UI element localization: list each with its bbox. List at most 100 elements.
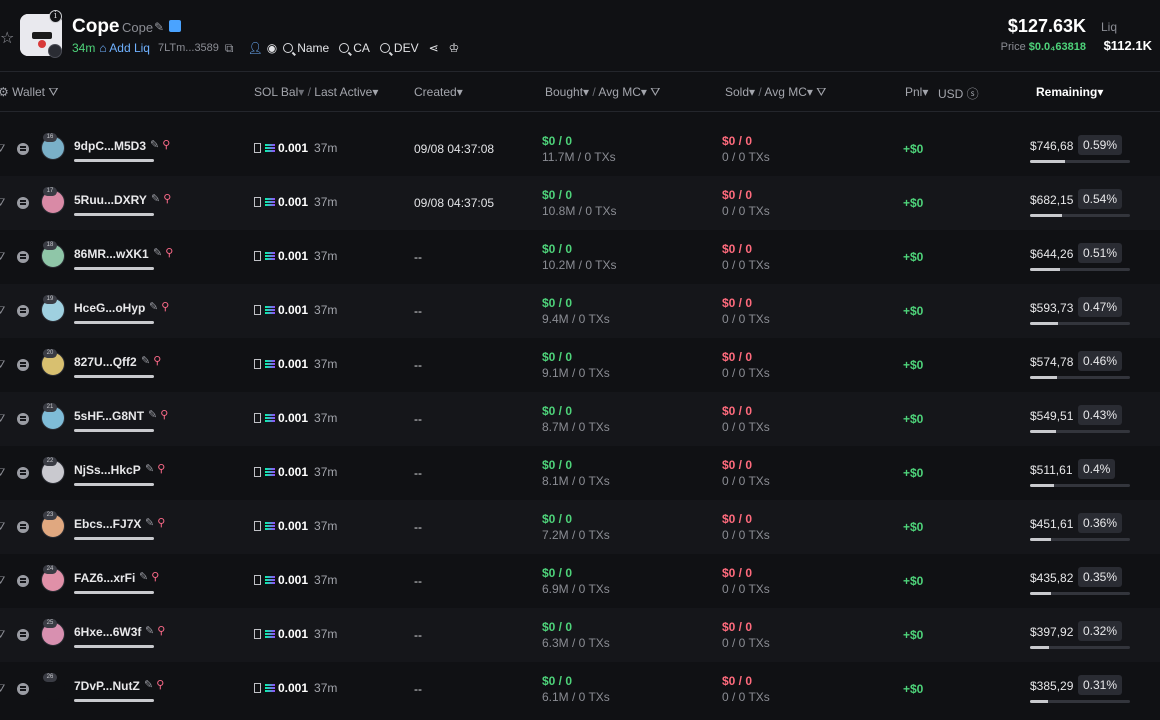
link-icon[interactable]: ⚲ xyxy=(162,139,170,151)
edit-icon[interactable]: ✎ xyxy=(144,679,153,691)
wallet-address[interactable]: 9dpC...M5D3 xyxy=(74,139,146,153)
filter-icon[interactable]: ⛛ xyxy=(0,521,5,534)
edit-icon[interactable]: ✎ xyxy=(145,625,154,637)
edit-icon[interactable]: ✎ xyxy=(151,193,160,205)
filter-icon[interactable]: ⛛ xyxy=(0,575,5,588)
link-icon[interactable]: ⚲ xyxy=(165,247,173,259)
usd-toggle[interactable]: USD ⓢ xyxy=(938,85,979,102)
edit-icon[interactable]: ✎ xyxy=(148,409,157,421)
bought-value: $0 / 0 xyxy=(542,566,573,580)
wallet-address[interactable]: NjSs...HkcP xyxy=(74,463,141,477)
remaining-column-header[interactable]: Remaining▾ xyxy=(1036,85,1103,99)
link-icon[interactable]: ⚲ xyxy=(163,193,171,205)
table-row[interactable]: ⛛ 23 Ebcs...FJ7X ✎ ⚲ 0.001 37m -- $0 / 0… xyxy=(0,500,1160,554)
wallet-column-header[interactable]: ⚙ Wallet ⛛ xyxy=(0,85,58,100)
user-icon[interactable]: 👤︎ xyxy=(248,41,263,55)
edit-icon[interactable]: ✎ xyxy=(145,463,154,475)
wallet-address[interactable]: FAZ6...xrFi xyxy=(74,571,135,585)
filter-icon[interactable]: ⛛ xyxy=(0,305,5,318)
wallet-address[interactable]: Ebcs...FJ7X xyxy=(74,517,141,531)
filter-icon[interactable]: ⛛ xyxy=(0,143,5,156)
wallet-address[interactable]: 7DvP...NutZ xyxy=(74,679,140,693)
wallet-address[interactable]: 86MR...wXK1 xyxy=(74,247,149,261)
info-icon[interactable]: i xyxy=(49,10,62,23)
table-row[interactable]: ⛛ 24 FAZ6...xrFi ✎ ⚲ 0.001 37m -- $0 / 0… xyxy=(0,554,1160,608)
table-row[interactable]: ⛛ 16 9dpC...M5D3 ✎ ⚲ 0.001 37m 09/08 04:… xyxy=(0,122,1160,176)
wallet-address[interactable]: 6Hxe...6W3f xyxy=(74,625,141,639)
copy-icon[interactable]: ⧉ xyxy=(225,41,234,56)
menu-icon[interactable] xyxy=(17,359,29,371)
table-row[interactable]: ⛛ 18 86MR...wXK1 ✎ ⚲ 0.001 37m -- $0 / 0… xyxy=(0,230,1160,284)
edit-icon[interactable]: ✎ xyxy=(145,517,154,529)
crown-icon[interactable]: ♔ xyxy=(449,41,460,55)
sol-value: 0.001 xyxy=(278,357,309,371)
list-icon[interactable]: ◉ xyxy=(267,41,277,55)
table-row[interactable]: ⛛ 26 7DvP...NutZ ✎ ⚲ 0.001 37m -- $0 / 0… xyxy=(0,662,1160,716)
edit-icon[interactable]: ✎ xyxy=(153,247,162,259)
sol-column-header[interactable]: SOL Bal▾ / Last Active▾ xyxy=(254,85,378,99)
table-row[interactable]: ⛛ 25 6Hxe...6W3f ✎ ⚲ 0.001 37m -- $0 / 0… xyxy=(0,608,1160,662)
created-column-header[interactable]: Created▾ xyxy=(414,85,463,99)
table-row[interactable]: ⛛ 17 5Ruu...DXRY ✎ ⚲ 0.001 37m 09/08 04:… xyxy=(0,176,1160,230)
solana-icon xyxy=(265,144,275,152)
table-row[interactable]: ⛛ 20 827U...Qff2 ✎ ⚲ 0.001 37m -- $0 / 0… xyxy=(0,338,1160,392)
menu-icon[interactable] xyxy=(17,629,29,641)
menu-icon[interactable] xyxy=(17,251,29,263)
link-icon[interactable]: ⚲ xyxy=(160,409,168,421)
link-icon[interactable]: ⚲ xyxy=(151,571,159,583)
wallet-address[interactable]: 5Ruu...DXRY xyxy=(74,193,147,207)
platform-icon xyxy=(48,44,62,58)
share-icon[interactable]: ⋖ xyxy=(429,41,439,55)
edit-icon[interactable]: ✎ xyxy=(149,301,158,313)
created-time: 09/08 04:37:05 xyxy=(414,196,495,210)
filter-icon[interactable]: ⛛ xyxy=(0,629,5,642)
menu-icon[interactable] xyxy=(17,575,29,587)
menu-icon[interactable] xyxy=(17,521,29,533)
filter-icon[interactable]: ⛛ xyxy=(0,413,5,426)
table-row[interactable]: ⛛ 22 NjSs...HkcP ✎ ⚲ 0.001 37m -- $0 / 0… xyxy=(0,446,1160,500)
filter-icon[interactable]: ⛛ xyxy=(0,683,5,696)
filter-icon[interactable]: ⛛ xyxy=(0,197,5,210)
bought-column-header[interactable]: Bought▾ / Avg MC▾ ⛛ xyxy=(545,85,660,100)
link-icon[interactable]: ⚲ xyxy=(157,517,165,529)
menu-icon[interactable] xyxy=(17,197,29,209)
star-icon[interactable]: ☆ xyxy=(0,28,14,48)
wallet-address[interactable]: HceG...oHyp xyxy=(74,301,145,315)
filter-icon[interactable]: ⛛ xyxy=(0,359,5,372)
table-row[interactable]: ⛛ 19 HceG...oHyp ✎ ⚲ 0.001 37m -- $0 / 0… xyxy=(0,284,1160,338)
menu-icon[interactable] xyxy=(17,305,29,317)
wallet-underline xyxy=(74,591,154,594)
link-icon[interactable]: ⚲ xyxy=(157,463,165,475)
edit-icon[interactable]: ✎ xyxy=(139,571,148,583)
menu-icon[interactable] xyxy=(17,143,29,155)
pnl-column-header[interactable]: Pnl▾ xyxy=(905,85,928,99)
wallet-underline xyxy=(74,213,154,216)
rank-badge: 22 xyxy=(43,457,57,466)
edit-icon[interactable]: ✎ xyxy=(141,355,150,367)
search-ca-button[interactable]: CA xyxy=(339,41,370,55)
remaining-bar xyxy=(1030,484,1130,487)
filter-icon[interactable]: ⛛ xyxy=(0,467,5,480)
token-ticker: Cope xyxy=(122,20,154,35)
search-name-button[interactable]: Name xyxy=(283,41,329,55)
edit-icon[interactable]: ✎ xyxy=(154,20,164,34)
contract-address[interactable]: 7LTm...3589 xyxy=(158,42,219,54)
wallet-address[interactable]: 5sHF...G8NT xyxy=(74,409,144,423)
add-liquidity-link[interactable]: ⌂ Add Liq xyxy=(99,41,150,55)
link-icon[interactable]: ⚲ xyxy=(156,679,164,691)
link-icon[interactable]: ⚲ xyxy=(153,355,161,367)
remaining-bar xyxy=(1030,376,1130,379)
wallet-address[interactable]: 827U...Qff2 xyxy=(74,355,137,369)
link-icon[interactable]: ⚲ xyxy=(157,625,165,637)
search-dev-button[interactable]: DEV xyxy=(379,41,419,55)
link-icon[interactable]: ⚲ xyxy=(161,301,169,313)
bought-value: $0 / 0 xyxy=(542,350,573,364)
edit-icon[interactable]: ✎ xyxy=(150,139,159,151)
table-row[interactable]: ⛛ 21 5sHF...G8NT ✎ ⚲ 0.001 37m -- $0 / 0… xyxy=(0,392,1160,446)
menu-icon[interactable] xyxy=(17,683,29,695)
filter-icon[interactable]: ⛛ xyxy=(0,251,5,264)
sold-column-header[interactable]: Sold▾ / Avg MC▾ ⛛ xyxy=(725,85,826,100)
bought-avg-mc: 6.1M / 0 TXs xyxy=(542,690,610,704)
menu-icon[interactable] xyxy=(17,467,29,479)
menu-icon[interactable] xyxy=(17,413,29,425)
